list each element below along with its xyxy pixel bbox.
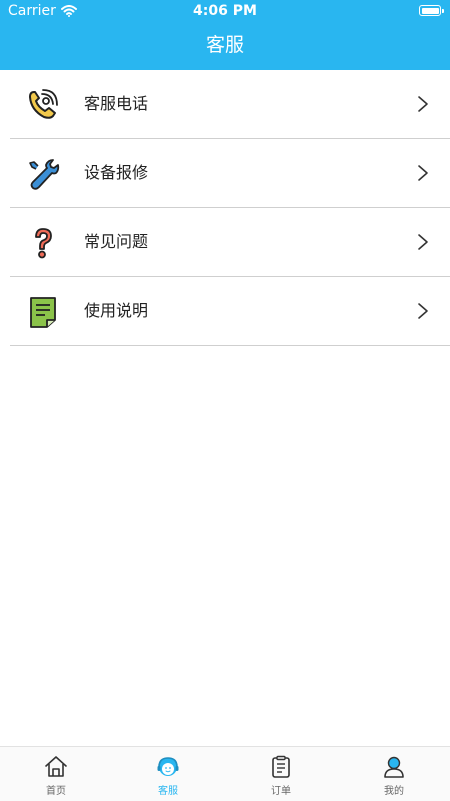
chevron-right-icon [418, 234, 428, 250]
chevron-right-icon [418, 303, 428, 319]
tab-orders[interactable]: 订单 [225, 747, 337, 801]
header: Carrier 4:06 PM 客服 [0, 0, 450, 70]
tab-profile[interactable]: 我的 [338, 747, 450, 801]
menu-item-label: 使用说明 [84, 301, 149, 320]
profile-icon [384, 756, 404, 778]
tab-home[interactable]: 首页 [0, 747, 112, 801]
page-title: 客服 [205, 34, 244, 56]
menu-item-label: 常见问题 [84, 232, 149, 251]
chevron-right-icon [418, 96, 428, 112]
tab-customer-service[interactable]: 客服 [112, 747, 224, 801]
menu-item-label: 客服电话 [84, 94, 149, 113]
question-icon [35, 228, 52, 259]
menu-item-manual[interactable]: 使用说明 [10, 277, 450, 346]
menu-item-label: 设备报修 [84, 163, 149, 182]
tab-label: 订单 [271, 786, 291, 797]
clock: 4:06 PM [193, 3, 257, 19]
home-icon [45, 756, 67, 777]
chevron-right-icon [418, 165, 428, 181]
tab-label: 客服 [158, 786, 178, 797]
menu-item-faq[interactable]: 常见问题 [10, 208, 450, 277]
document-icon [30, 297, 56, 328]
tab-label: 首页 [46, 786, 66, 797]
order-icon [272, 755, 290, 778]
wrench-icon [29, 159, 60, 190]
tab-label: 我的 [384, 786, 404, 797]
menu-item-phone[interactable]: 客服电话 [10, 70, 450, 139]
battery-icon [419, 5, 444, 16]
menu-item-repair[interactable]: 设备报修 [10, 139, 450, 208]
phone-icon [29, 89, 58, 119]
status-bar: Carrier 4:06 PM [0, 0, 450, 22]
service-menu: 客服电话 设备报修 常见问题 使用说明 [0, 70, 450, 346]
customer-service-icon [157, 757, 179, 776]
tab-bar: 首页 客服 订单 我的 [0, 746, 450, 801]
